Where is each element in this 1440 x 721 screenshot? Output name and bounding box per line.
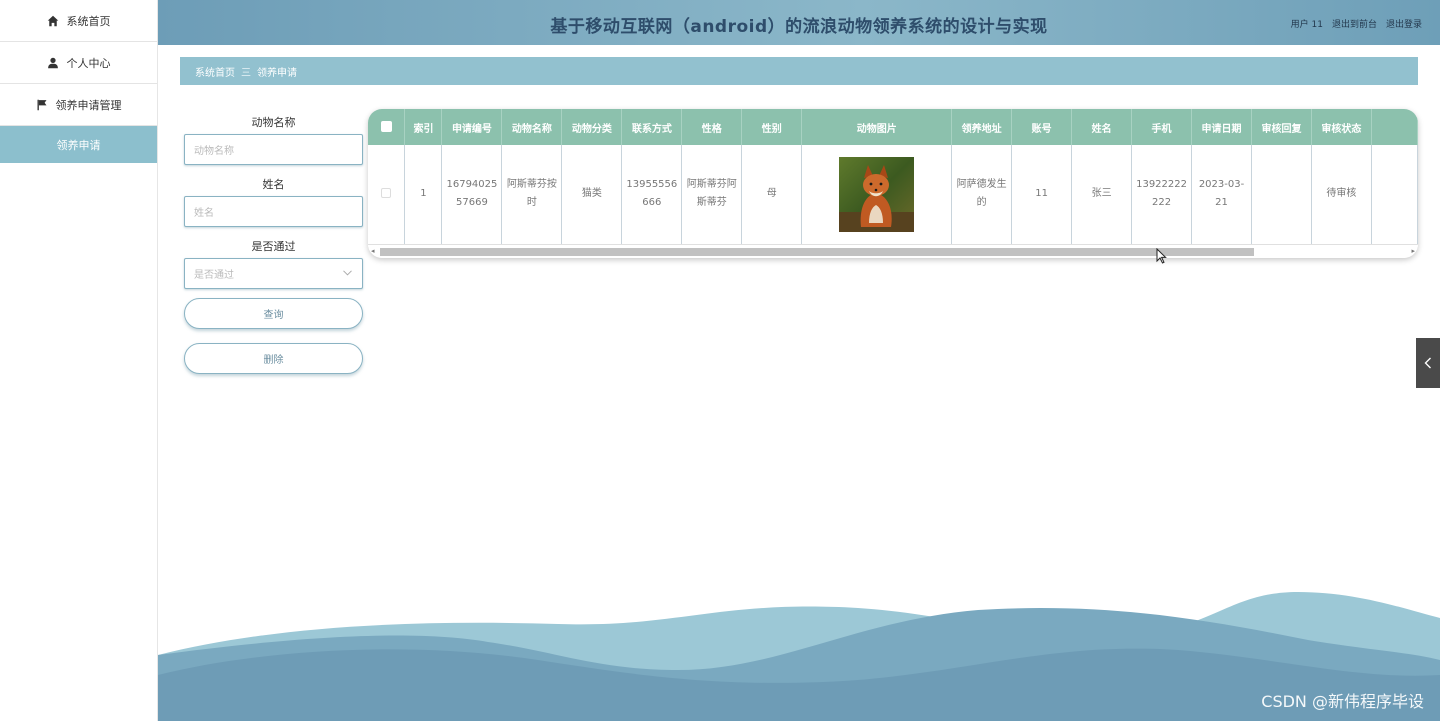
column-header[interactable]: 手机 — [1131, 109, 1193, 145]
column-header[interactable]: 动物名称 — [501, 109, 563, 145]
data-table: 索引 申请编号 动物名称 动物分类 联系方式 性格 性别 动物图片 领养地址 账… — [368, 109, 1418, 258]
cell-address: 阿萨德发生的 — [951, 145, 1013, 245]
logout-link[interactable]: 退出登录 — [1386, 17, 1422, 30]
cell-animal-name: 阿斯蒂芬按时 — [501, 145, 563, 245]
column-header[interactable]: 审核状态 — [1311, 109, 1372, 145]
cell-phone: 13922222222 — [1131, 145, 1193, 245]
column-header[interactable]: 账号 — [1011, 109, 1073, 145]
animal-name-label: 动物名称 — [251, 116, 296, 129]
cell-category: 猫类 — [561, 145, 623, 245]
column-header[interactable]: 申请日期 — [1191, 109, 1252, 145]
sidebar: 系统首页 个人中心 领养申请管理 领养申请 — [0, 0, 158, 721]
animal-name-input[interactable]: 动物名称 — [184, 134, 363, 165]
chevron-left-icon — [1424, 357, 1431, 369]
name-input[interactable]: 姓名 — [184, 196, 363, 227]
column-header[interactable]: 联系方式 — [621, 109, 683, 145]
column-header[interactable]: 申请编号 — [441, 109, 503, 145]
cell-index: 1 — [404, 145, 443, 245]
cell-date: 2023-03-21 — [1191, 145, 1252, 245]
query-button[interactable]: 查询 — [184, 298, 363, 329]
sidebar-item-adoption-apply[interactable]: 领养申请 — [0, 126, 157, 163]
delete-button[interactable]: 删除 — [184, 343, 363, 374]
name-label: 姓名 — [262, 178, 285, 191]
column-header[interactable]: 索引 — [404, 109, 443, 145]
cell-account: 11 — [1011, 145, 1073, 245]
flag-icon — [36, 99, 48, 111]
background-waves — [158, 592, 1440, 721]
cell-contact: 13955556666 — [621, 145, 683, 245]
cell-name: 张三 — [1071, 145, 1133, 245]
cell-character: 阿斯蒂芬阿斯蒂芬 — [681, 145, 743, 245]
page-title: 基于移动互联网（android）的流浪动物领养系统的设计与实现 — [550, 17, 1048, 37]
breadcrumb: 系统首页 三 领养申请 — [180, 57, 1418, 85]
column-header[interactable]: 动物分类 — [561, 109, 623, 145]
watermark: CSDN @新伟程序毕设 — [1261, 692, 1424, 711]
horizontal-scrollbar[interactable]: ◂ ▸ — [368, 244, 1418, 258]
sidebar-item-label: 领养申请 — [56, 138, 101, 152]
column-header[interactable]: 审核回复 — [1251, 109, 1312, 145]
passed-select[interactable]: 是否通过 — [184, 258, 363, 289]
cell-status: 待审核 — [1311, 145, 1372, 245]
back-to-frontend-link[interactable]: 退出到前台 — [1332, 17, 1377, 30]
user-icon — [47, 57, 59, 69]
breadcrumb-home[interactable]: 系统首页 — [195, 64, 235, 79]
collapse-handle[interactable] — [1416, 338, 1440, 388]
sidebar-item-label: 领养申请管理 — [55, 98, 122, 112]
mouse-cursor-icon — [1156, 248, 1167, 264]
cell-apply-no: 1679402557669 — [441, 145, 503, 245]
row-checkbox[interactable] — [368, 145, 406, 245]
sidebar-item-home[interactable]: 系统首页 — [0, 0, 157, 42]
breadcrumb-current: 领养申请 — [257, 67, 297, 79]
column-header-actions — [1371, 109, 1418, 145]
passed-label: 是否通过 — [251, 240, 296, 253]
column-header[interactable]: 动物图片 — [801, 109, 953, 145]
breadcrumb-separator: 三 — [241, 67, 251, 79]
cell-reply — [1251, 145, 1312, 245]
sidebar-item-label: 个人中心 — [66, 56, 111, 70]
cell-animal-image[interactable] — [801, 145, 953, 245]
search-panel: 动物名称 动物名称 姓名 姓名 是否通过 是否通过 查询 删除 — [184, 112, 363, 374]
column-header[interactable]: 性格 — [681, 109, 743, 145]
home-icon — [47, 15, 59, 27]
scroll-right-icon[interactable]: ▸ — [1411, 247, 1415, 255]
column-header[interactable]: 性别 — [741, 109, 803, 145]
select-all-checkbox[interactable] — [368, 109, 406, 145]
cell-actions — [1371, 145, 1418, 245]
sidebar-item-profile[interactable]: 个人中心 — [0, 42, 157, 84]
cell-gender: 母 — [741, 145, 803, 245]
scrollbar-thumb[interactable] — [380, 248, 1254, 256]
passed-select-placeholder: 是否通过 — [194, 270, 234, 281]
header: 基于移动互联网（android）的流浪动物领养系统的设计与实现 用户 11 退出… — [158, 0, 1440, 45]
header-links: 用户 11 退出到前台 退出登录 — [1291, 17, 1422, 30]
table-row: 1 1679402557669 阿斯蒂芬按时 猫类 13955556666 阿斯… — [368, 145, 1418, 245]
user-label: 用户 11 — [1290, 20, 1323, 30]
table-header-row: 索引 申请编号 动物名称 动物分类 联系方式 性格 性别 动物图片 领养地址 账… — [368, 109, 1418, 145]
column-header[interactable]: 姓名 — [1071, 109, 1133, 145]
scroll-left-icon[interactable]: ◂ — [371, 247, 375, 255]
chevron-down-icon — [343, 269, 352, 279]
sidebar-item-label: 系统首页 — [66, 14, 111, 28]
fox-photo — [839, 156, 915, 232]
sidebar-item-adoption-management[interactable]: 领养申请管理 — [0, 84, 157, 126]
column-header[interactable]: 领养地址 — [951, 109, 1013, 145]
